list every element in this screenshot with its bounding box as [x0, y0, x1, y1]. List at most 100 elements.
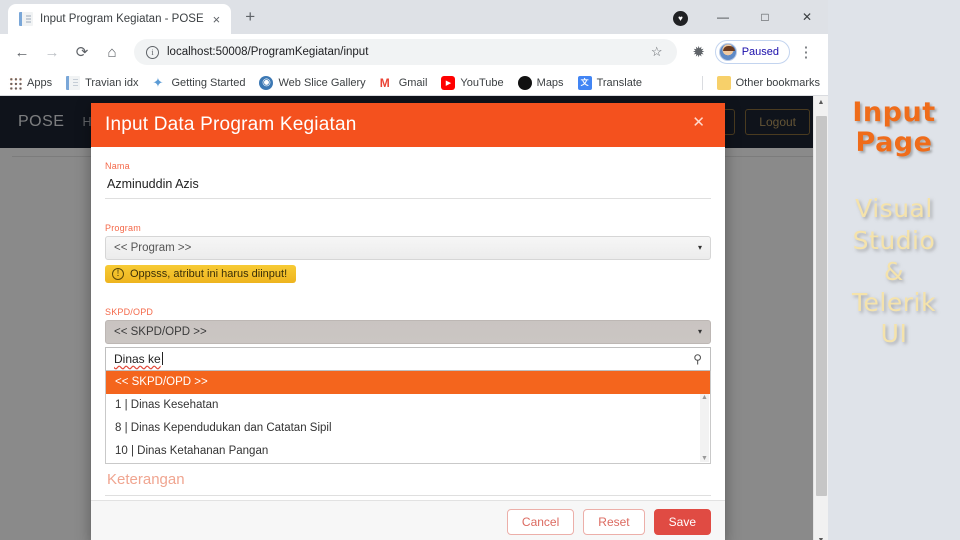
annotation-title: Input Page — [852, 98, 935, 157]
annotation-subtitle-line3: & — [884, 256, 904, 286]
scroll-down-icon[interactable]: ▼ — [818, 534, 825, 540]
address-bar[interactable]: i localhost:50008/ProgramKegiatan/input … — [134, 39, 677, 65]
bookmark-label: Apps — [27, 76, 53, 89]
program-dropdown-value: << Program >> — [114, 241, 192, 254]
minimize-icon[interactable]: — — [702, 1, 744, 33]
profile-chip[interactable]: Paused — [714, 40, 790, 64]
tab-strip: Input Program Kegiatan - POSE × + ♥ — □ … — [0, 0, 828, 34]
annotation-subtitle-line1: Visual — [855, 194, 933, 224]
bookmark-gmail[interactable]: M Gmail — [380, 76, 428, 90]
save-button[interactable]: Save — [653, 508, 711, 535]
extensions-icon[interactable]: ✹ — [685, 38, 713, 66]
translate-icon: 文 — [577, 75, 592, 90]
reset-button[interactable]: Reset — [583, 508, 645, 535]
back-icon[interactable]: ← — [8, 38, 36, 66]
profile-status-label: Paused — [741, 46, 779, 58]
heart-icon: ♥ — [673, 11, 688, 26]
magnifier-icon: ⚲ — [693, 351, 702, 366]
document-icon — [19, 12, 33, 26]
list-item[interactable]: << SKPD/OPD >> — [106, 370, 710, 394]
new-tab-button[interactable]: + — [237, 4, 263, 30]
bookmark-label: Maps — [536, 76, 564, 89]
maximize-icon[interactable]: □ — [744, 1, 786, 33]
scrollbar-thumb[interactable] — [816, 116, 827, 496]
other-bookmarks-label: Other bookmarks — [735, 76, 820, 89]
annotation-title-line1: Input — [852, 97, 936, 128]
modal-body: Nama Program << Program >> ▾ ! Oppsss, a… — [91, 147, 725, 500]
bookmark-star-icon[interactable]: ☆ — [649, 44, 665, 60]
list-item[interactable]: 1 | Dinas Kesehatan — [106, 394, 710, 417]
field-program: Program << Program >> ▾ ! Oppsss, atribu… — [105, 223, 711, 283]
home-icon[interactable]: ⌂ — [98, 38, 126, 66]
annotation-panel: Input Page Visual Studio & Telerik UI — [828, 0, 960, 540]
bookmark-translate[interactable]: 文 Translate — [577, 75, 642, 90]
program-dropdown[interactable]: << Program >> ▾ — [105, 235, 711, 260]
chevron-down-icon: ▾ — [697, 243, 702, 253]
modal-header: Input Data Program Kegiatan ✕ — [91, 103, 725, 147]
scroll-down-icon[interactable]: ▼ — [701, 455, 708, 462]
annotation-subtitle-line2: Studio — [852, 225, 936, 255]
reload-icon[interactable]: ⟳ — [68, 38, 96, 66]
dropdown-search-box[interactable]: Dinas ke ⚲ — [105, 346, 711, 371]
text-cursor — [161, 352, 163, 366]
url-text: localhost:50008/ProgramKegiatan/input — [167, 46, 369, 58]
scroll-up-icon[interactable]: ▲ — [818, 96, 825, 110]
bookmark-apps[interactable]: Apps — [8, 75, 53, 90]
document-icon — [66, 75, 81, 90]
bookmark-label: Gmail — [398, 76, 428, 89]
bookmark-label: YouTube — [460, 76, 504, 89]
forward-icon[interactable]: → — [38, 38, 66, 66]
annotation-subtitle-line5: UI — [880, 319, 908, 349]
field-keterangan — [105, 467, 711, 496]
list-item[interactable]: 8 | Dinas Kependudukan dan Catatan Sipil — [106, 417, 710, 440]
cancel-button[interactable]: Cancel — [506, 508, 575, 535]
bookmark-label: Getting Started — [171, 76, 246, 89]
annotation-subtitle-line4: Telerik — [852, 288, 936, 318]
close-icon[interactable]: × — [211, 12, 223, 27]
browser-menu-icon[interactable]: ⋮ — [792, 38, 820, 66]
folder-icon — [716, 75, 731, 90]
window-close-icon[interactable]: ✕ — [786, 1, 828, 33]
field-skpd: SKPD/OPD << SKPD/OPD >> ▾ Dinas ke ⚲ << … — [105, 307, 711, 464]
field-label-skpd: SKPD/OPD — [105, 306, 154, 317]
dropdown-scrollbar[interactable]: ▲ ▼ — [700, 393, 709, 462]
skpd-dropdown[interactable]: << SKPD/OPD >> ▾ — [105, 319, 711, 344]
app-brand[interactable]: POSE — [18, 113, 64, 131]
bookmarks-bar: Apps Travian idx ✦ Getting Started ◉ Web… — [0, 70, 828, 96]
keterangan-input[interactable] — [105, 467, 711, 496]
apps-grid-icon — [8, 75, 22, 90]
annotation-subtitle: Visual Studio & Telerik UI — [852, 193, 936, 349]
annotation-title-line2: Page — [855, 126, 933, 158]
bookmark-maps[interactable]: Maps — [517, 75, 564, 90]
page-scrollbar[interactable]: ▲ ▼ — [813, 96, 828, 540]
other-bookmarks[interactable]: Other bookmarks — [716, 75, 820, 90]
bookmark-travian-idx[interactable]: Travian idx — [66, 75, 139, 90]
bookmark-getting-started[interactable]: ✦ Getting Started — [152, 75, 246, 90]
bookmark-web-slice-gallery[interactable]: ◉ Web Slice Gallery — [259, 75, 366, 90]
info-icon[interactable]: i — [146, 45, 159, 59]
bookmark-label: Web Slice Gallery — [278, 76, 366, 89]
chevron-down-icon: ▾ — [697, 327, 702, 337]
input-modal: Input Data Program Kegiatan ✕ Nama Progr… — [91, 103, 725, 540]
page-viewport: POSE Home n Logout Input Data Program Ke… — [0, 96, 828, 540]
bookmark-youtube[interactable]: ▶ YouTube — [441, 75, 504, 90]
screen: Input Program Kegiatan - POSE × + ♥ — □ … — [0, 0, 960, 540]
validation-text: Oppsss, atribut ini harus diinput! — [130, 267, 288, 280]
list-item[interactable]: 10 | Dinas Ketahanan Pangan — [106, 440, 710, 463]
divider — [701, 75, 703, 90]
browser-window: Input Program Kegiatan - POSE × + ♥ — □ … — [0, 0, 828, 540]
tab-title: Input Program Kegiatan - POSE — [40, 13, 204, 25]
logout-button[interactable]: Logout — [745, 109, 810, 135]
skpd-dropdown-value: << SKPD/OPD >> — [114, 325, 207, 338]
modal-title: Input Data Program Kegiatan — [105, 113, 357, 135]
bookmark-label: Travian idx — [85, 76, 139, 89]
scroll-up-icon[interactable]: ▲ — [701, 394, 708, 401]
nama-input[interactable] — [105, 173, 711, 199]
browser-tab[interactable]: Input Program Kegiatan - POSE × — [8, 4, 232, 34]
browser-toolbar: ← → ⟳ ⌂ i localhost:50008/ProgramKegiata… — [0, 34, 828, 70]
avatar — [718, 43, 737, 61]
youtube-icon: ▶ — [441, 75, 456, 90]
close-icon[interactable]: ✕ — [686, 111, 711, 133]
